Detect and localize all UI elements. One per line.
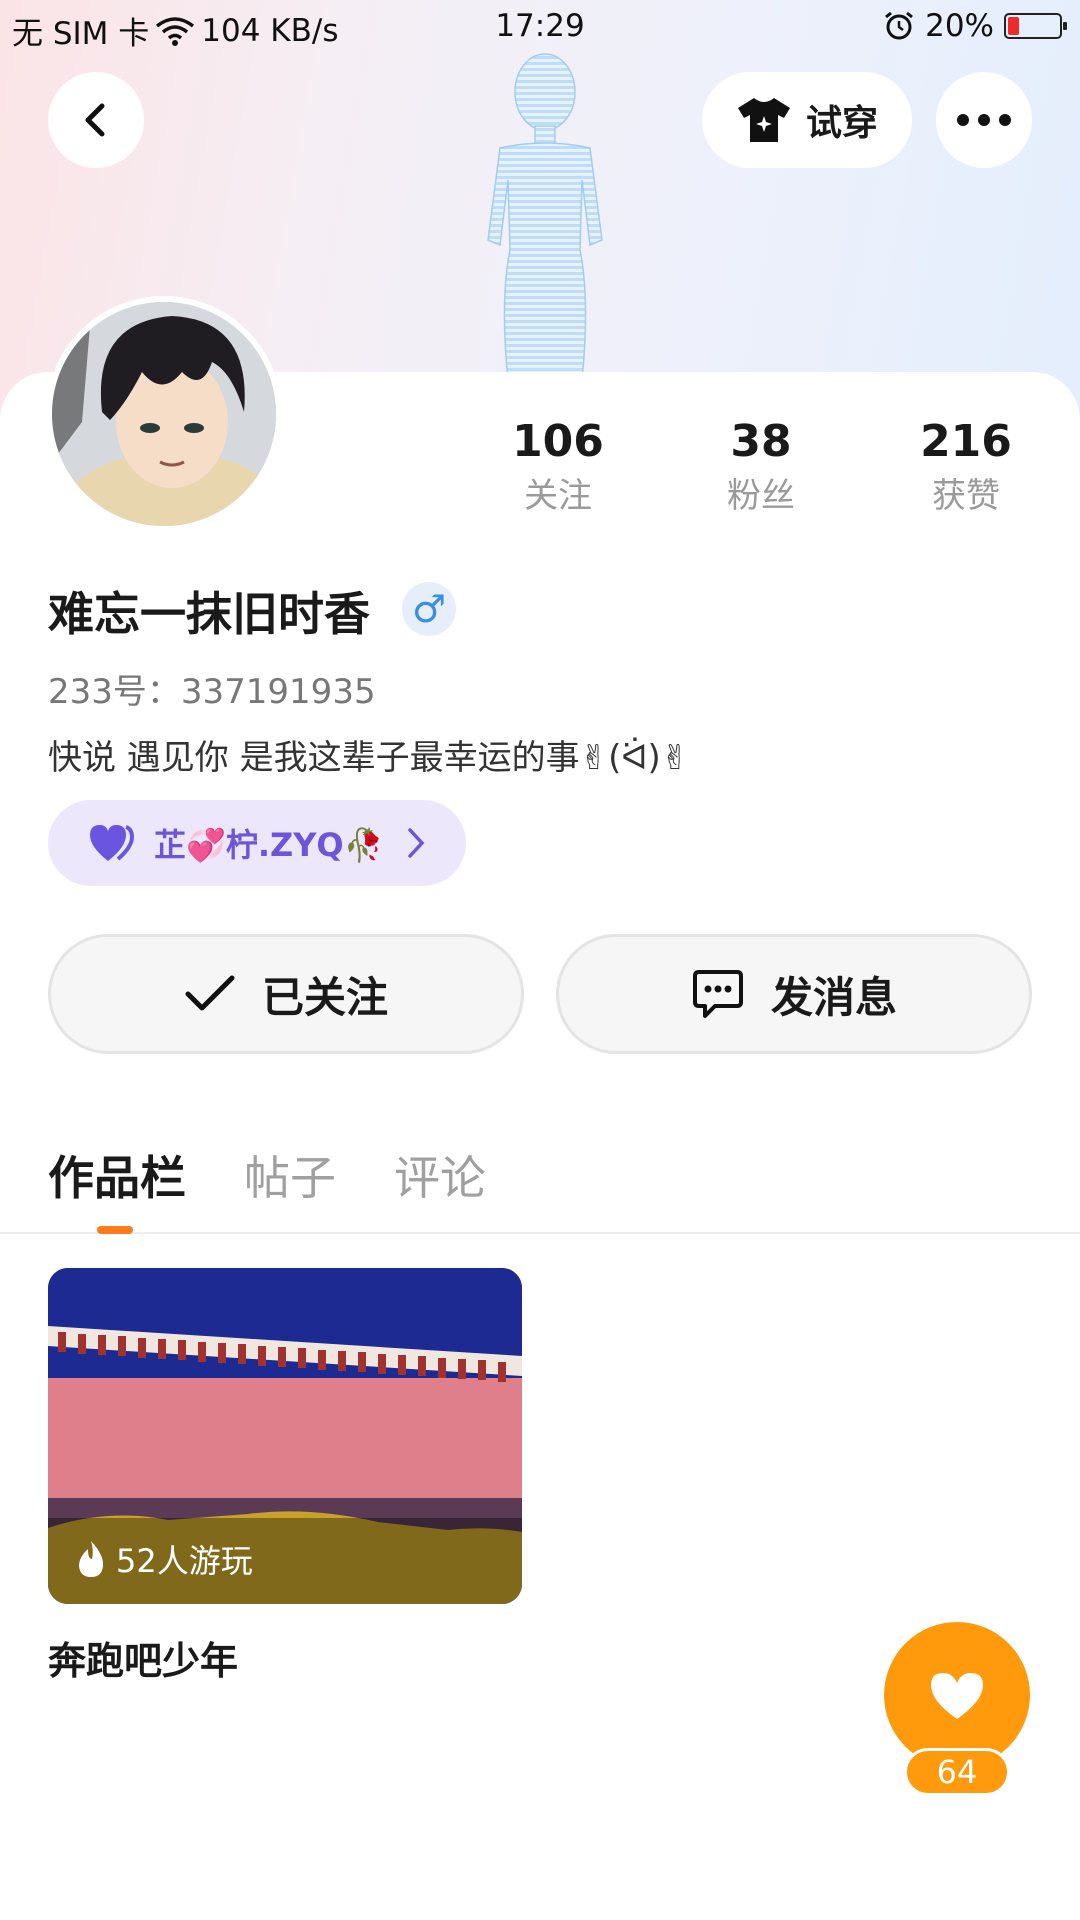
cp-tag[interactable]: 芷💞柠.ZYQ🥀 [48,800,466,886]
cp-name: 芷💞柠.ZYQ🥀 [154,826,384,864]
heart-icon [931,1673,983,1719]
purple-heart-icon [90,825,135,861]
work-players: 52人游玩 [76,1536,253,1582]
stat-value: 106 [512,416,604,467]
more-dots-icon [957,114,1011,126]
stat-label: 粉丝 [727,476,795,516]
bio: 快说 遇见你 是我这辈子最幸运的事✌(ᐛ)✌ [48,738,690,778]
avatar-hologram-figure [487,53,603,380]
flame-icon [79,1541,104,1577]
try-on-label: 试穿 [805,103,878,144]
players-count: 52人游玩 [116,1542,253,1580]
send-message-label: 发消息 [770,972,897,1022]
followed-label: 已关注 [261,972,388,1022]
stat-following[interactable]: 106 关注 [468,414,648,520]
user-id: 233号：337191935 [48,672,376,712]
work-card[interactable]: 52人游玩 [48,1268,522,1604]
tab-posts[interactable]: 帖子 [244,1142,336,1208]
tab-active-indicator [97,1226,133,1234]
followed-button[interactable]: 已关注 [48,934,524,1054]
chat-bubble-icon [692,970,743,1018]
status-right: 20% [883,8,1067,44]
profile-tabs: 作品栏 帖子 评论 [0,1130,1080,1234]
like-button[interactable] [884,1622,1030,1768]
tab-works[interactable]: 作品栏 [48,1142,186,1208]
stat-value: 38 [730,416,792,467]
avatar-image [52,302,276,526]
gender-male-icon: ♂ [402,582,456,636]
stat-value: 216 [920,416,1012,467]
back-button[interactable] [48,72,144,168]
battery-icon [1004,13,1067,39]
stat-followers[interactable]: 38 粉丝 [671,414,851,520]
try-on-button[interactable]: 试穿 [702,72,912,168]
tshirt-sparkle-icon [737,98,790,142]
tab-comments[interactable]: 评论 [394,1142,486,1208]
battery-percent: 20% [925,8,994,44]
username: 难忘一抹旧时香 [48,587,370,641]
checkmark-icon [185,975,235,1011]
chevron-right-icon [408,828,425,858]
avatar[interactable] [46,296,282,532]
alarm-icon [885,11,914,40]
battery-level [1008,17,1019,35]
status-bar: 无 SIM 卡 104 KB/s 17:29 20% [0,0,1080,56]
stat-label: 获赞 [932,476,1000,516]
send-message-button[interactable]: 发消息 [556,934,1032,1054]
like-count: 64 [904,1748,1010,1796]
stat-likes[interactable]: 216 获赞 [876,414,1056,520]
more-button[interactable] [936,72,1032,168]
stat-label: 关注 [524,476,592,516]
chevron-left-icon [85,103,105,137]
work-title[interactable]: 奔跑吧少年 [48,1630,238,1685]
